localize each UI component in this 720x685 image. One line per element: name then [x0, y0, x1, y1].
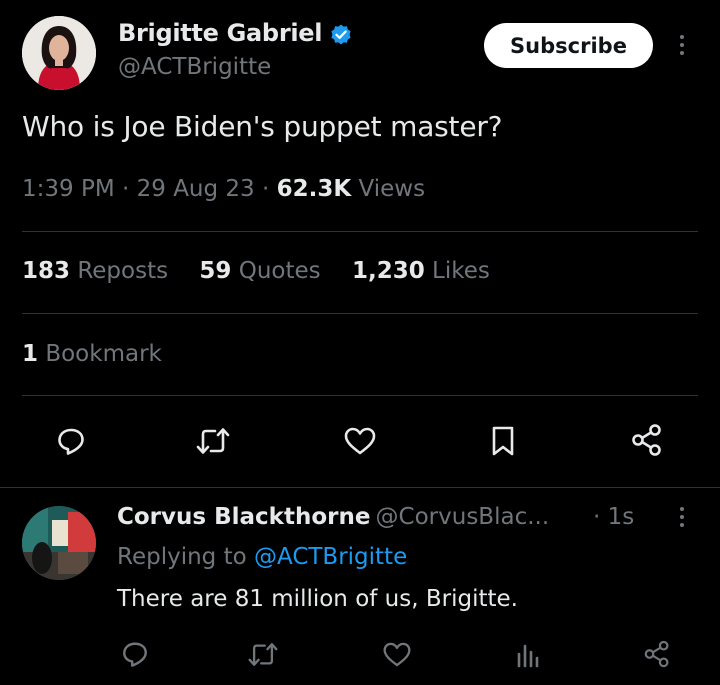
divider [0, 487, 720, 488]
quotes-stat[interactable]: 59 Quotes [199, 258, 328, 284]
replying-to: Replying to @ACTBrigitte [117, 544, 407, 570]
bookmarks-stat[interactable]: 1 Bookmark [22, 341, 162, 367]
reply-timestamp[interactable]: · 1s [593, 504, 634, 530]
author-avatar[interactable] [22, 16, 96, 90]
likes-stat[interactable]: 1,230 Likes [352, 258, 490, 284]
author-name[interactable]: Brigitte Gabriel [118, 19, 322, 47]
engagement-stats: 183 Reposts 59 Quotes 1,230 Likes [22, 258, 514, 284]
replying-handle-link[interactable]: @ACTBrigitte [254, 544, 407, 570]
author-name-text[interactable]: Brigitte Gabriel [118, 19, 322, 47]
like-icon[interactable] [380, 638, 414, 670]
bookmark-icon[interactable] [486, 423, 520, 459]
like-icon[interactable] [341, 423, 379, 459]
likes-label: Likes [432, 258, 490, 284]
reposts-stat[interactable]: 183 Reposts [22, 258, 175, 284]
meta-separator: · [262, 176, 270, 202]
meta-separator: · [593, 504, 601, 530]
share-icon[interactable] [628, 421, 666, 459]
divider [22, 313, 698, 314]
reply-author-handle[interactable]: @CorvusBlac... [376, 504, 550, 530]
share-icon[interactable] [640, 637, 674, 671]
tweet-time[interactable]: 1:39 PM [22, 176, 115, 202]
reply-text: There are 81 million of us, Brigitte. [117, 586, 518, 612]
reply-icon[interactable] [53, 423, 89, 459]
divider [22, 231, 698, 232]
bookmarks-count: 1 [22, 341, 39, 367]
meta-separator: · [122, 176, 130, 202]
likes-count: 1,230 [351, 258, 425, 284]
analytics-icon[interactable] [512, 638, 544, 670]
quotes-label: Quotes [238, 258, 321, 284]
reply-author-avatar[interactable] [22, 506, 96, 580]
verified-badge-icon [329, 23, 353, 47]
author-handle[interactable]: @ACTBrigitte [118, 54, 271, 80]
reply-author-name[interactable]: Corvus Blackthorne [117, 504, 370, 530]
repost-icon[interactable] [193, 423, 233, 459]
reply-more-options-icon[interactable] [680, 507, 684, 527]
tweet-text: Who is Joe Biden's puppet master? [22, 110, 503, 143]
divider [22, 395, 698, 396]
reply-icon[interactable] [119, 638, 151, 670]
bookmarks-label: Bookmark [45, 341, 162, 367]
reposts-label: Reposts [77, 258, 169, 284]
views-count: 62.3K [276, 176, 352, 202]
reposts-count: 183 [22, 258, 71, 284]
reply-header: Corvus Blackthorne @CorvusBlac... [117, 504, 549, 530]
replying-prefix: Replying to [117, 544, 247, 570]
more-options-icon[interactable] [680, 35, 684, 55]
tweet-date[interactable]: 29 Aug 23 [137, 176, 255, 202]
reply-time: 1s [607, 504, 635, 530]
repost-icon[interactable] [245, 638, 281, 670]
views-label: Views [358, 176, 426, 202]
quotes-count: 59 [199, 258, 232, 284]
subscribe-button[interactable]: Subscribe [484, 23, 653, 68]
tweet-meta: 1:39 PM · 29 Aug 23 · 62.3K Views [22, 176, 425, 202]
